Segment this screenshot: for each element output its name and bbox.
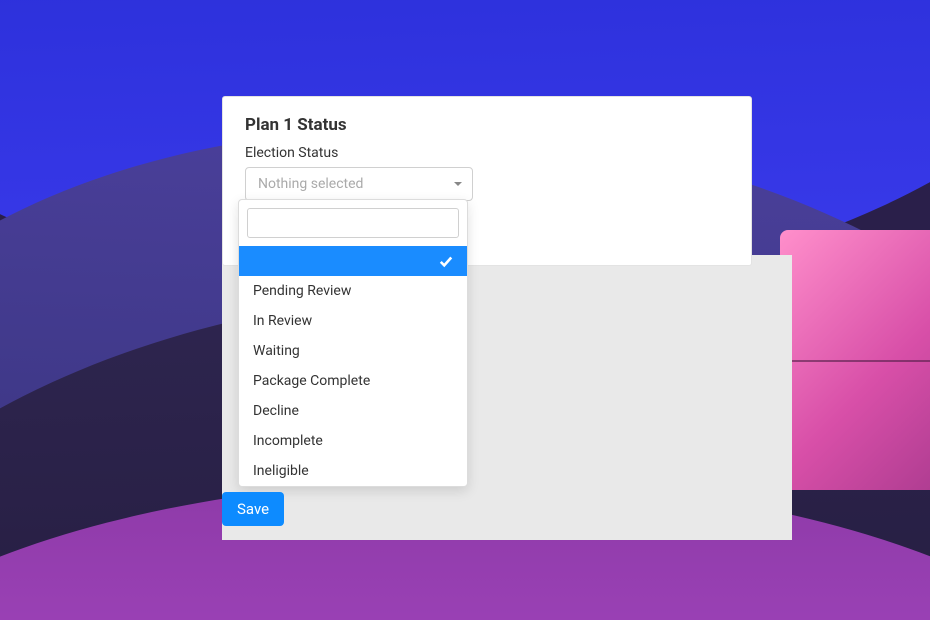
dropdown-option-label: In Review <box>253 313 312 329</box>
save-button[interactable]: Save <box>222 492 284 526</box>
dropdown-search-wrap <box>239 200 467 246</box>
dropdown-search-input[interactable] <box>247 208 459 238</box>
dropdown-option[interactable]: Pending Review <box>239 276 467 306</box>
wallpaper-accent <box>780 230 930 490</box>
dropdown-option[interactable]: Ineligible <box>239 456 467 486</box>
dropdown-option[interactable]: Decline <box>239 396 467 426</box>
check-icon <box>439 254 453 268</box>
election-status-select[interactable]: Nothing selected <box>245 167 473 201</box>
dropdown-option-label: Pending Review <box>253 283 351 299</box>
dropdown-option[interactable] <box>239 246 467 276</box>
dropdown-option[interactable]: Package Complete <box>239 366 467 396</box>
dropdown-option[interactable]: In Review <box>239 306 467 336</box>
card-title: Plan 1 Status <box>245 115 729 135</box>
select-wrapper: Nothing selected <box>245 167 473 201</box>
election-status-dropdown: Pending Review In Review Waiting Package Co… <box>238 199 468 487</box>
field-label: Election Status <box>245 145 729 161</box>
dropdown-option[interactable]: Waiting <box>239 336 467 366</box>
dropdown-option-label: Package Complete <box>253 373 370 389</box>
dropdown-option-label: Decline <box>253 403 299 419</box>
caret-down-icon <box>454 182 462 186</box>
dropdown-option[interactable]: Incomplete <box>239 426 467 456</box>
dropdown-list: Pending Review In Review Waiting Package Co… <box>239 246 467 486</box>
dropdown-option-label: Ineligible <box>253 463 309 479</box>
dropdown-option-label: Waiting <box>253 343 300 359</box>
select-placeholder: Nothing selected <box>258 176 363 192</box>
dropdown-option-label: Incomplete <box>253 433 323 449</box>
